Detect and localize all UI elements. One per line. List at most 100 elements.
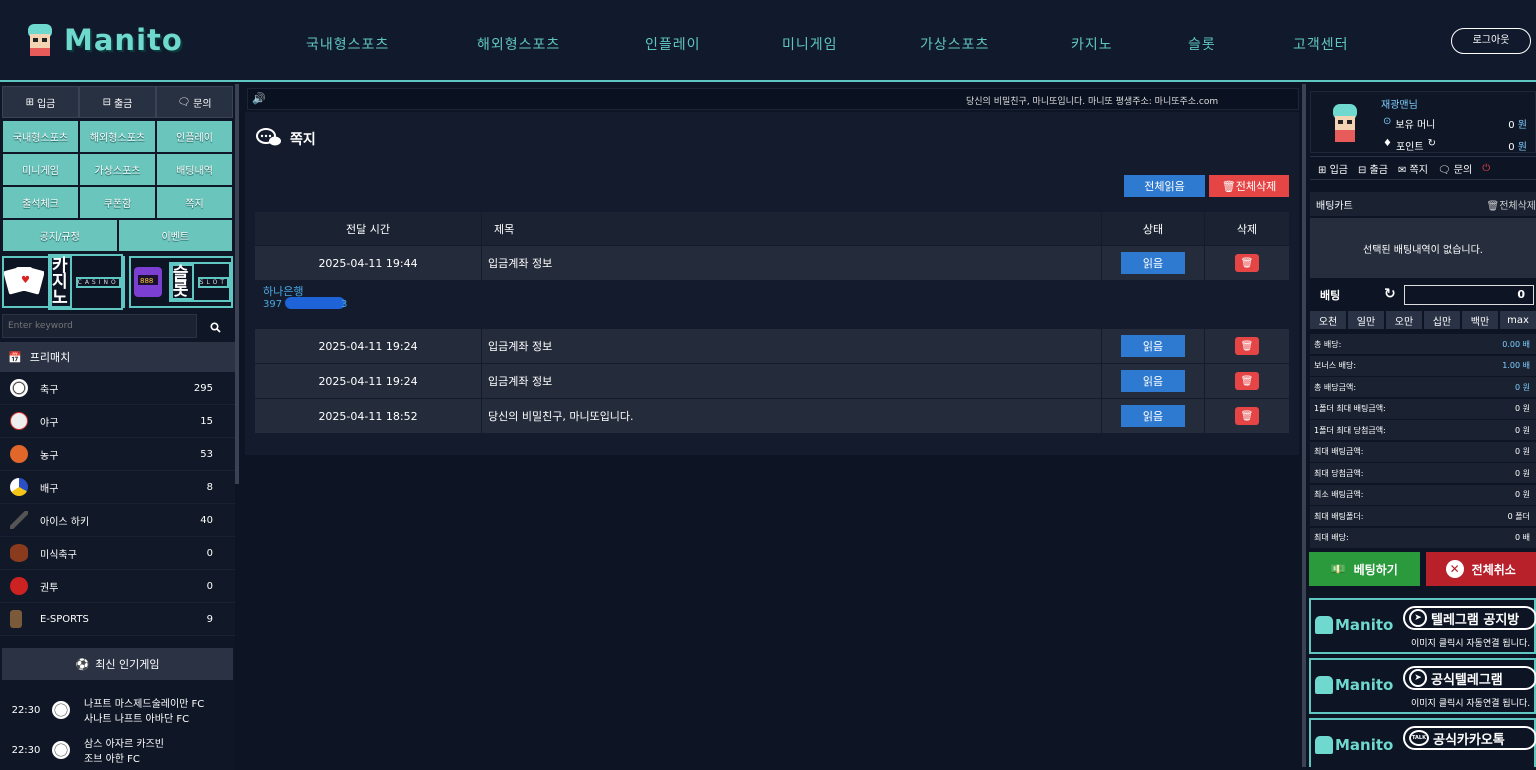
nav-virtual-sports[interactable]: 가상스포츠 <box>920 34 989 54</box>
telegram-notice-banner[interactable]: Manito ➤텔레그램 공지방 이미지 클릭시 자동연결 됩니다. <box>1309 598 1536 654</box>
refresh-icon[interactable]: ↻ <box>1428 138 1436 153</box>
cancel-all-button[interactable]: ✕전체취소 <box>1426 552 1536 586</box>
row-time: 2025-04-11 19:24 <box>255 364 482 398</box>
nav-domestic-sports[interactable]: 국내형스포츠 <box>306 34 389 54</box>
nav-inplay[interactable]: 인플레이 <box>645 34 701 54</box>
col-status: 상태 <box>1102 212 1205 245</box>
row-subject[interactable]: 당신의 비밀친구, 마니또입니다. <box>482 399 1102 433</box>
grid-messages[interactable]: 쪽지 <box>156 186 233 219</box>
sport-item-volleyball[interactable]: 배구8 <box>0 471 235 504</box>
power-icon[interactable]: ⏻ <box>1482 163 1490 174</box>
grid-event[interactable]: 이벤트 <box>118 219 234 252</box>
grid-minigame[interactable]: 미니게임 <box>2 153 79 186</box>
grid-bet-history[interactable]: 배팅내역 <box>156 153 233 186</box>
info-row: 총 배당금액:0 원 <box>1310 377 1536 397</box>
money-unit: 원 <box>1518 120 1527 131</box>
bet-amount-input[interactable]: 0 <box>1404 285 1534 305</box>
logout-button[interactable]: 로그아웃 <box>1451 28 1531 54</box>
table-row[interactable]: 2025-04-11 19:24 입금계좌 정보 읽음 🗑 <box>255 364 1289 399</box>
read-button[interactable]: 읽음 <box>1121 252 1185 274</box>
read-button[interactable]: 읽음 <box>1121 335 1185 357</box>
delete-button[interactable]: 🗑 <box>1235 372 1259 390</box>
sport-item-boxing[interactable]: 권투0 <box>0 570 235 603</box>
table-row[interactable]: 2025-04-11 18:52 당신의 비밀친구, 마니또입니다. 읽음 🗑 <box>255 399 1289 434</box>
inquiry-button[interactable]: 🗨문의 <box>156 86 233 118</box>
sport-label: 미식축구 <box>40 546 77 561</box>
table-row[interactable]: 2025-04-11 19:44 입금계좌 정보 읽음 🗑 <box>255 246 1289 281</box>
football-icon <box>10 544 28 562</box>
place-bet-button[interactable]: 💵베팅하기 <box>1309 552 1420 586</box>
nav-customer-center[interactable]: 고객센터 <box>1293 34 1349 54</box>
slot-banner[interactable]: 888 슬롯SLOT <box>129 256 233 308</box>
grid-virtual-sports[interactable]: 가상스포츠 <box>79 153 156 186</box>
table-row[interactable]: 2025-04-11 19:24 입금계좌 정보 읽음 🗑 <box>255 329 1289 364</box>
nav-casino[interactable]: 카지노 <box>1071 34 1113 54</box>
grid-coupon[interactable]: 쿠폰함 <box>79 186 156 219</box>
chip-button[interactable]: 오만 <box>1386 311 1422 329</box>
search-input[interactable] <box>2 314 197 338</box>
chip-button[interactable]: 십만 <box>1424 311 1460 329</box>
withdraw-button[interactable]: ⊟출금 <box>79 86 156 118</box>
ticker-text: 당신의 비밀친구, 마니또입니다. 마니또 평생주소: 마니또주소.com <box>966 94 1218 107</box>
kakaotalk-banner[interactable]: Manito TALK공식카카오톡 <box>1309 718 1536 767</box>
chip-button[interactable]: 백만 <box>1462 311 1498 329</box>
sport-item-soccer[interactable]: 축구295 <box>0 372 235 405</box>
popular-games-title: 최신 인기게임 <box>95 656 159 672</box>
left-scrollbar[interactable] <box>235 84 239 484</box>
nav-slot[interactable]: 슬롯 <box>1188 34 1216 54</box>
popular-game-item[interactable]: 22:30 삼스 아자르 카즈빈조브 아한 FC <box>0 730 235 770</box>
site-logo[interactable]: Manito <box>22 20 183 60</box>
prematch-label: 프리매치 <box>30 349 70 365</box>
grid-attendance[interactable]: 출석체크 <box>2 186 79 219</box>
popular-game-item[interactable]: 22:30 나프트 마스제드술레이만 FC사나트 나프트 아바단 FC <box>0 690 235 730</box>
info-label: 최대 당첨금액: <box>1314 468 1363 479</box>
table-header: 전달 시간 제목 상태 삭제 <box>255 212 1289 246</box>
casino-banner[interactable]: ♥ 카지노CASINO <box>2 256 125 308</box>
point-label: 포인트 <box>1396 138 1424 153</box>
banner-subtitle: 이미지 클릭시 자동연결 됩니다. <box>1411 696 1530 709</box>
sport-item-esports[interactable]: E-SPORTS9 <box>0 603 235 636</box>
grid-domestic-sports[interactable]: 국내형스포츠 <box>2 120 79 153</box>
row-subject[interactable]: 입금계좌 정보 <box>482 329 1102 363</box>
sport-item-football[interactable]: 미식축구0 <box>0 537 235 570</box>
row-subject[interactable]: 입금계좌 정보 <box>482 364 1102 398</box>
user-deposit-button[interactable]: ⊞ 입금 <box>1318 161 1348 176</box>
grid-inplay[interactable]: 인플레이 <box>156 120 233 153</box>
sport-item-baseball[interactable]: 야구15 <box>0 405 235 438</box>
bet-slip-delete-label: 전체삭제 <box>1499 201 1536 212</box>
prematch-header[interactable]: 📅 프리매치 <box>0 342 235 372</box>
user-message-button[interactable]: ✉ 쪽지 <box>1398 161 1428 176</box>
info-label: 최대 배팅금액: <box>1314 446 1363 457</box>
sport-label: E-SPORTS <box>40 614 89 625</box>
delete-button[interactable]: 🗑 <box>1235 337 1259 355</box>
grid-notice[interactable]: 공지/규정 <box>2 219 118 252</box>
sport-item-basketball[interactable]: 농구53 <box>0 438 235 471</box>
deposit-button[interactable]: ⊞입금 <box>2 86 79 118</box>
telegram-official-banner[interactable]: Manito ➤공식텔레그램 이미지 클릭시 자동연결 됩니다. <box>1309 658 1536 714</box>
delete-button[interactable]: 🗑 <box>1235 407 1259 425</box>
info-label: 최대 배팅폴더: <box>1314 511 1363 522</box>
info-value: 0 원 <box>1515 382 1530 393</box>
grid-overseas-sports[interactable]: 해외형스포츠 <box>79 120 156 153</box>
chip-button[interactable]: 일만 <box>1348 311 1384 329</box>
nav-overseas-sports[interactable]: 해외형스포츠 <box>477 34 560 54</box>
mascot-icon <box>1315 736 1333 754</box>
row-subject[interactable]: 입금계좌 정보 <box>482 246 1102 280</box>
bet-chips: 오천 일만 오만 십만 백만 max <box>1310 311 1536 329</box>
refresh-icon[interactable]: ↻ <box>1384 286 1396 302</box>
read-button[interactable]: 읽음 <box>1121 405 1185 427</box>
search-icon[interactable] <box>197 314 233 340</box>
read-all-button[interactable]: 전체읽음 <box>1124 175 1205 197</box>
chip-max-button[interactable]: max <box>1500 311 1536 329</box>
user-withdraw-button[interactable]: ⊟ 출금 <box>1358 161 1388 176</box>
delete-button[interactable]: 🗑 <box>1235 254 1259 272</box>
nav-minigame[interactable]: 미니게임 <box>782 34 838 54</box>
delete-all-button[interactable]: 🗑전체삭제 <box>1209 175 1289 197</box>
bet-slip-delete-all[interactable]: 🗑전체삭제 <box>1486 197 1536 212</box>
money-icon: 💵 <box>1331 562 1346 576</box>
sport-item-icehockey[interactable]: 아이스 하키40 <box>0 504 235 537</box>
user-inquiry-button[interactable]: 🗨 문의 <box>1438 161 1472 176</box>
chip-button[interactable]: 오천 <box>1310 311 1346 329</box>
read-button[interactable]: 읽음 <box>1121 370 1185 392</box>
withdraw-label: 출금 <box>114 95 132 110</box>
